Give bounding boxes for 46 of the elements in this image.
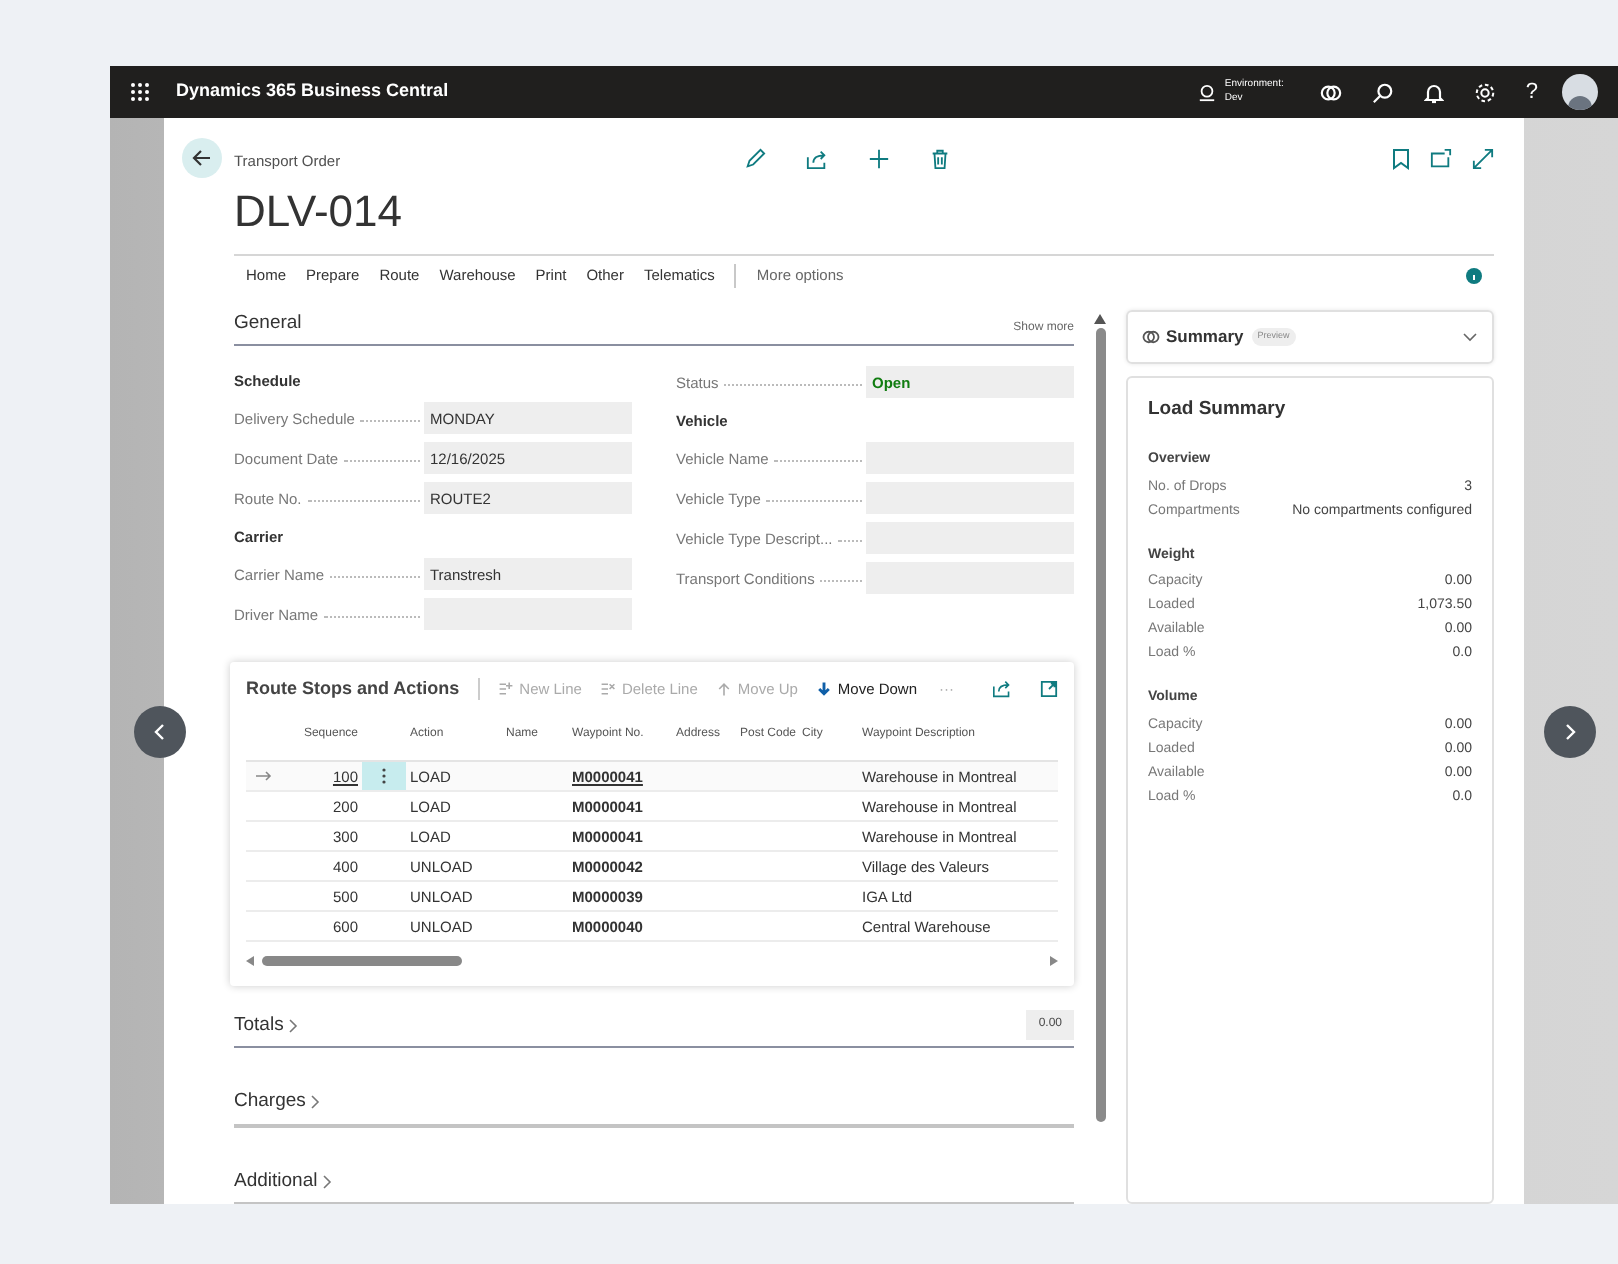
part-title: Route Stops and Actions: [246, 675, 460, 702]
row-pointer-icon: [256, 770, 272, 783]
arrow-left-icon: [192, 148, 212, 168]
scroll-up-icon[interactable]: [1094, 314, 1106, 324]
page-title: DLV-014: [234, 186, 404, 238]
section-title[interactable]: Charges: [234, 1088, 320, 1117]
scrollbar-thumb[interactable]: [262, 955, 462, 966]
share-icon[interactable]: [806, 147, 828, 169]
open-window-icon[interactable]: [1430, 147, 1452, 169]
card-title: Load Summary: [1148, 396, 1288, 424]
chevron-down-icon[interactable]: [1462, 332, 1478, 342]
section-title[interactable]: Totals: [234, 1012, 298, 1041]
delete-line-icon: [599, 679, 616, 698]
section-title[interactable]: Additional: [234, 1167, 332, 1196]
copilot-icon[interactable]: [1319, 81, 1342, 103]
arrow-up-icon: [715, 679, 732, 698]
settings-icon[interactable]: [1473, 81, 1496, 103]
chevron-right-icon: [309, 1094, 320, 1111]
scrollbar-thumb[interactable]: [1095, 328, 1105, 1122]
app-title: Dynamics 365 Business Central: [176, 78, 449, 105]
help-button[interactable]: ?: [1525, 75, 1538, 109]
scroll-right-icon[interactable]: [1050, 955, 1058, 966]
arrow-down-icon: [815, 679, 832, 698]
add-line-icon: [497, 679, 514, 698]
app-launcher-icon[interactable]: [130, 82, 150, 102]
bell-icon[interactable]: [1423, 81, 1444, 103]
plus-icon[interactable]: [868, 147, 890, 169]
info-icon[interactable]: [1466, 267, 1482, 283]
copilot-icon: [1142, 328, 1160, 346]
pencil-icon[interactable]: [744, 147, 766, 169]
back-button[interactable]: [182, 138, 222, 178]
summary-title: Summary: [1166, 324, 1244, 350]
chevron-right-icon: [1562, 722, 1578, 742]
expand-icon[interactable]: [1472, 147, 1494, 169]
avatar[interactable]: [1562, 74, 1598, 110]
search-icon[interactable]: [1371, 81, 1394, 103]
chevron-right-icon: [287, 1018, 298, 1035]
scroll-left-icon[interactable]: [246, 955, 254, 966]
expand-icon[interactable]: [1040, 679, 1058, 698]
chevron-left-icon: [152, 722, 168, 742]
share-icon[interactable]: [992, 679, 1012, 698]
chevron-right-icon: [321, 1173, 332, 1190]
bookmark-icon[interactable]: [1392, 147, 1410, 169]
section-title[interactable]: General: [234, 310, 302, 339]
environment-icon: [1198, 83, 1217, 101]
trash-icon[interactable]: [930, 147, 950, 169]
